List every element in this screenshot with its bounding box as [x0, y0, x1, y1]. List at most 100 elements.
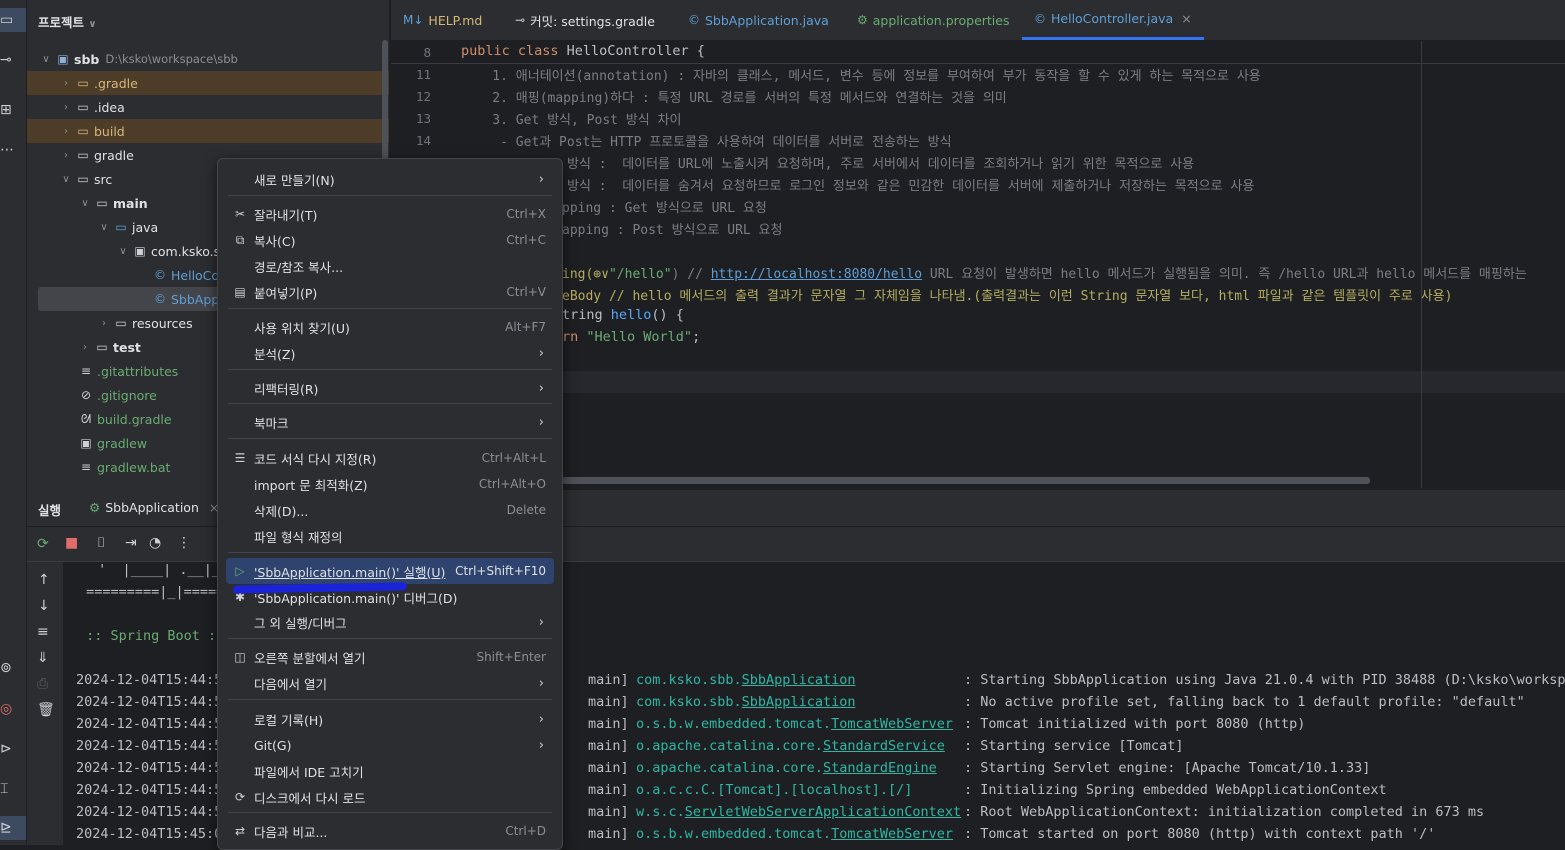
more-icon[interactable]: ⋯	[0, 138, 26, 162]
logger-class[interactable]: SbbApplication	[742, 694, 856, 710]
code-line-22: tring hello() {	[562, 307, 684, 323]
chevron-down-icon[interactable]: ∨	[115, 246, 131, 257]
logger-class[interactable]: TomcatWebServer	[831, 716, 953, 732]
project-panel-title[interactable]: 프로젝트 ∨	[38, 12, 97, 31]
menu-item-override-file-type[interactable]: 파일 형식 재정의	[226, 523, 554, 549]
console-banner-line: ' |____| .__|_	[90, 562, 221, 578]
menu-item-new[interactable]: 새로 만들기(N) ›	[226, 166, 554, 192]
chevron-down-icon[interactable]: ∨	[58, 174, 74, 185]
chevron-right-icon: ›	[538, 711, 544, 727]
scroll-to-end-icon[interactable]: ⇓	[37, 650, 49, 666]
menu-item-run-main[interactable]: ▷ 'SbbApplication.main()' 실행(U) Ctrl+Shift…	[226, 558, 554, 584]
stop-icon[interactable]: ■	[65, 535, 78, 551]
services-icon[interactable]: ⊚	[0, 656, 26, 680]
chevron-right-icon[interactable]: ›	[58, 78, 74, 89]
menu-separator	[228, 699, 552, 700]
tree-label: sbb	[74, 51, 100, 67]
tab-sbbapplication[interactable]: © SbbApplication.java	[688, 0, 829, 40]
log-logger[interactable]: w.s.c.ServletWebServerApplicationContext	[636, 804, 961, 820]
menu-item-paste[interactable]: ▤ 붙여넣기(P) Ctrl+V	[226, 279, 554, 305]
menu-item-reformat-code[interactable]: ☰ 코드 서식 다시 지정(R) Ctrl+Alt+L	[226, 445, 554, 471]
chevron-down-icon[interactable]: ∨	[38, 54, 54, 65]
arrow-up-icon[interactable]: ↑	[38, 572, 50, 588]
menu-item-copy[interactable]: ⧉ 복사(C) Ctrl+C	[226, 227, 554, 253]
more-vertical-icon[interactable]: ⋮	[177, 535, 191, 551]
commit-icon[interactable]: ⊸	[0, 48, 26, 72]
chevron-down-icon[interactable]: ∨	[96, 222, 112, 233]
reload-from-disk-icon: ⟳	[234, 790, 246, 804]
soft-wrap-icon[interactable]: ≡	[37, 624, 49, 640]
project-scrollbar[interactable]	[382, 40, 388, 160]
logger-package: o.a.c.c.C.[Tomcat].[localhost].[/]	[636, 782, 913, 798]
editor-horizontal-scrollbar[interactable]	[562, 477, 1370, 484]
menu-item-shortcut: Ctrl+X	[506, 207, 546, 221]
menu-item-refactor[interactable]: 리팩터링(R) ›	[226, 375, 554, 401]
menu-item-delete[interactable]: 삭제(D)... Delete	[226, 497, 554, 523]
chevron-right-icon[interactable]: ›	[96, 318, 112, 329]
exit-icon[interactable]: ⇥	[125, 535, 137, 551]
menu-item-label: 오른쪽 분할에서 열기	[254, 650, 366, 666]
menu-item-label: 사용 위치 찾기(U)	[254, 320, 350, 336]
menu-item-local-history[interactable]: 로컬 기록(H) ›	[226, 706, 554, 732]
log-logger[interactable]: com.ksko.sbb.SbbApplication	[636, 672, 855, 688]
logger-class[interactable]: StandardService	[823, 738, 945, 754]
chevron-right-icon[interactable]: ›	[77, 342, 93, 353]
menu-item-more-run-debug[interactable]: 그 외 실행/디버그 ›	[226, 609, 554, 635]
logger-package: o.apache.catalina.core.	[636, 738, 823, 754]
trash-icon[interactable]: 🗑	[37, 702, 55, 718]
menu-item-copy-path[interactable]: 경로/참조 복사...	[226, 253, 554, 279]
ignore-file-icon: ⊘	[80, 388, 92, 402]
log-logger[interactable]: o.a.c.c.C.[Tomcat].[localhost].[/]	[636, 782, 912, 798]
tree-item-root[interactable]: ∨ ▣ sbb D:\ksko\workspace\sbb	[27, 47, 389, 71]
run-services-icon[interactable]: ⊳	[0, 737, 26, 761]
tab-application-properties[interactable]: ⚙ application.properties	[857, 0, 1009, 40]
run-tab-sbbapplication[interactable]: ⚙ SbbApplication ×	[89, 500, 219, 515]
arrow-down-icon[interactable]: ↓	[38, 598, 50, 614]
log-logger[interactable]: o.apache.catalina.core.StandardEngine	[636, 760, 937, 776]
menu-item-fix-ide[interactable]: 파일에서 IDE 고치기	[226, 758, 554, 784]
chevron-down-icon[interactable]: ∨	[77, 198, 93, 209]
rerun-icon[interactable]: ⟳	[37, 536, 49, 552]
problems-icon[interactable]: ◎	[0, 697, 26, 721]
menu-item-cut[interactable]: ✂ 잘라내기(T) Ctrl+X	[226, 201, 554, 227]
print-icon[interactable]: ⎙	[37, 676, 48, 692]
logger-package: com.ksko.sbb.	[636, 694, 742, 710]
menu-item-open-in[interactable]: 다음에서 열기 ›	[226, 670, 554, 696]
tree-item-gradle-hidden[interactable]: › ▭ .gradle	[27, 71, 389, 95]
menu-item-optimize-imports[interactable]: import 문 최적화(Z) Ctrl+Alt+O	[226, 471, 554, 497]
gauge-icon[interactable]: ◔	[149, 535, 161, 551]
log-logger[interactable]: o.s.b.w.embedded.tomcat.TomcatWebServer	[636, 826, 953, 842]
tab-hellocontroller[interactable]: © HelloController.java ×	[1022, 0, 1204, 40]
terminal-icon[interactable]: ⌶	[0, 777, 26, 801]
tree-item-idea[interactable]: › ▭ .idea	[27, 95, 389, 119]
chevron-right-icon[interactable]: ›	[58, 126, 74, 137]
camera-icon[interactable]: ⌷	[97, 535, 105, 551]
menu-item-reload-from-disk[interactable]: ⟳ 디스크에서 다시 로드	[226, 784, 554, 810]
run-tool-icon[interactable]: ⊵	[0, 816, 26, 840]
menu-item-find-usages[interactable]: 사용 위치 찾기(U) Alt+F7	[226, 314, 554, 340]
logger-class[interactable]: ServletWebServerApplicationContext	[685, 804, 961, 820]
menu-item-shortcut: Ctrl+C	[506, 233, 546, 247]
logger-class[interactable]: TomcatWebServer	[831, 826, 953, 842]
tab-commit-settings[interactable]: ⊸ 커밋: settings.gradle	[515, 0, 655, 40]
chevron-right-icon[interactable]: ›	[58, 150, 74, 161]
menu-item-bookmarks[interactable]: 북마크 ›	[226, 409, 554, 435]
menu-item-git[interactable]: Git(G) ›	[226, 732, 554, 758]
project-folder-icon[interactable]: ▭	[0, 8, 26, 32]
log-logger[interactable]: o.s.b.w.embedded.tomcat.TomcatWebServer	[636, 716, 953, 732]
log-logger[interactable]: com.ksko.sbb.SbbApplication	[636, 694, 855, 710]
structure-icon[interactable]: ⊞	[0, 98, 26, 122]
tree-item-build[interactable]: › ▭ build	[27, 119, 389, 143]
menu-item-shortcut: Ctrl+Shift+F10	[455, 564, 546, 578]
close-icon[interactable]: ×	[1181, 11, 1191, 26]
code-editor[interactable]: 8 11 12 13 14 public class HelloControll…	[391, 41, 1565, 488]
logger-class[interactable]: StandardEngine	[823, 760, 937, 776]
tab-help-md[interactable]: M↓ HELP.md	[403, 0, 482, 40]
menu-item-open-right-split[interactable]: ◫ 오른쪽 분할에서 열기 Shift+Enter	[226, 644, 554, 670]
tree-label: build	[94, 123, 125, 139]
log-logger[interactable]: o.apache.catalina.core.StandardService	[636, 738, 945, 754]
chevron-right-icon[interactable]: ›	[58, 102, 74, 113]
logger-class[interactable]: SbbApplication	[742, 672, 856, 688]
menu-item-analyze[interactable]: 분석(Z) ›	[226, 340, 554, 366]
menu-item-compare-with[interactable]: ⇄ 다음과 비교... Ctrl+D	[226, 818, 554, 844]
